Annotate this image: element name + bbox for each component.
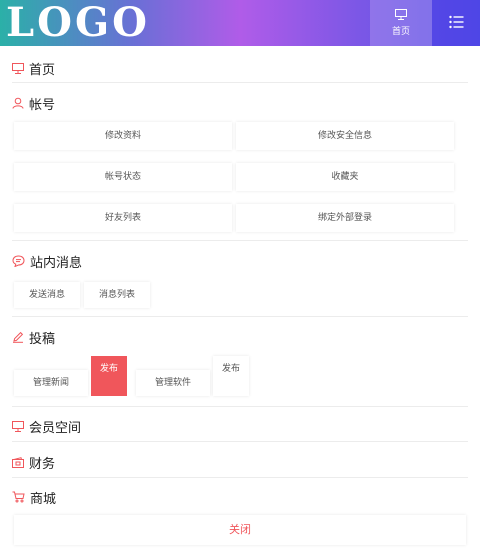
- divider: [12, 441, 468, 442]
- user-icon: [12, 97, 24, 109]
- favorites-button[interactable]: 收藏夹: [236, 163, 454, 191]
- menu-toggle-button[interactable]: [432, 0, 480, 46]
- message-list-button[interactable]: 消息列表: [84, 282, 150, 308]
- section-contribute[interactable]: 投稿: [12, 323, 468, 351]
- monitor-icon: [12, 420, 24, 432]
- list-menu-icon: [449, 15, 464, 29]
- section-account-title: 帐号: [29, 97, 56, 113]
- divider: [12, 477, 468, 478]
- home-nav-label: 首页: [391, 27, 410, 37]
- section-home[interactable]: 首页: [12, 54, 468, 82]
- pencil-icon: [13, 331, 24, 343]
- divider: [12, 406, 468, 407]
- section-home-title: 首页: [29, 62, 56, 78]
- section-account[interactable]: 帐号: [12, 89, 468, 117]
- logo: LOGO: [6, 0, 150, 46]
- home-nav-button[interactable]: 首页: [370, 0, 432, 46]
- section-contribute-title: 投稿: [29, 331, 56, 347]
- divider: [12, 82, 468, 83]
- divider: [12, 240, 468, 241]
- section-finance-title: 财务: [29, 456, 56, 472]
- friends-list-button[interactable]: 好友列表: [14, 204, 232, 232]
- monitor-icon: [12, 62, 24, 74]
- publish-news-button[interactable]: 发布: [91, 356, 127, 396]
- edit-profile-button[interactable]: 修改资料: [14, 122, 232, 150]
- section-messages-title: 站内消息: [30, 255, 83, 271]
- manage-software-button[interactable]: 管理软件: [136, 370, 210, 396]
- section-finance[interactable]: 财务: [12, 448, 468, 476]
- section-member-space[interactable]: 会员空间: [12, 412, 468, 440]
- publish-software-button[interactable]: 发布: [213, 356, 249, 396]
- edit-security-button[interactable]: 修改安全信息: [236, 122, 454, 150]
- wallet-icon: [12, 456, 24, 468]
- bind-external-login-button[interactable]: 绑定外部登录: [236, 204, 454, 232]
- manage-news-button[interactable]: 管理新闻: [14, 370, 88, 396]
- close-button[interactable]: 关闭: [14, 515, 466, 545]
- chat-bubble-icon: [12, 255, 25, 267]
- section-shop[interactable]: 商城: [12, 483, 468, 511]
- monitor-icon: [395, 9, 407, 20]
- cart-icon: [12, 491, 25, 503]
- section-messages[interactable]: 站内消息: [12, 247, 468, 275]
- divider: [12, 316, 468, 317]
- account-status-button[interactable]: 帐号状态: [14, 163, 232, 191]
- section-member-space-title: 会员空间: [29, 420, 82, 436]
- section-shop-title: 商城: [30, 491, 57, 507]
- top-bar: LOGO 首页: [0, 0, 480, 46]
- send-message-button[interactable]: 发送消息: [14, 282, 80, 308]
